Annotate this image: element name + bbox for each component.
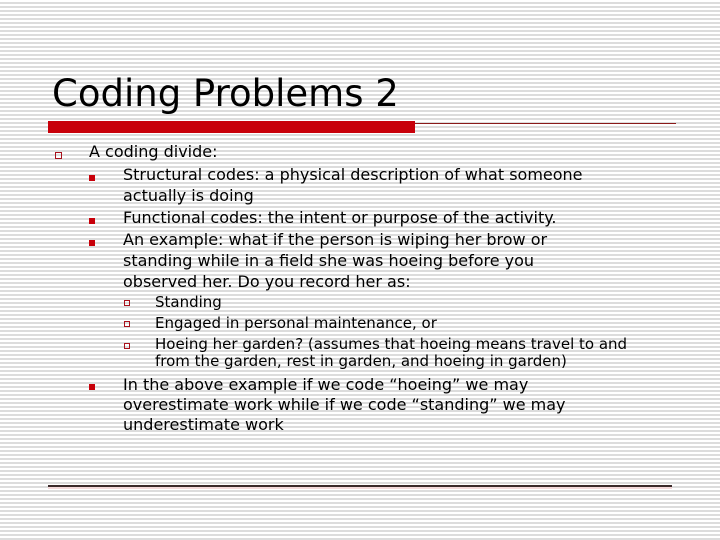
hollow-square-bullet-icon xyxy=(124,321,130,327)
footer-divider-shadow xyxy=(48,487,672,489)
hollow-square-bullet-icon xyxy=(124,300,130,306)
filled-square-bullet-icon xyxy=(89,384,95,390)
filled-square-bullet-icon xyxy=(89,218,95,224)
filled-square-bullet-icon xyxy=(89,175,95,181)
hollow-square-bullet-icon xyxy=(55,152,62,159)
title-underline xyxy=(415,123,676,124)
slide-title: Coding Problems 2 xyxy=(52,72,399,115)
filled-square-bullet-icon xyxy=(89,240,95,246)
hollow-square-bullet-icon xyxy=(124,343,130,349)
title-accent-bar xyxy=(48,121,415,133)
